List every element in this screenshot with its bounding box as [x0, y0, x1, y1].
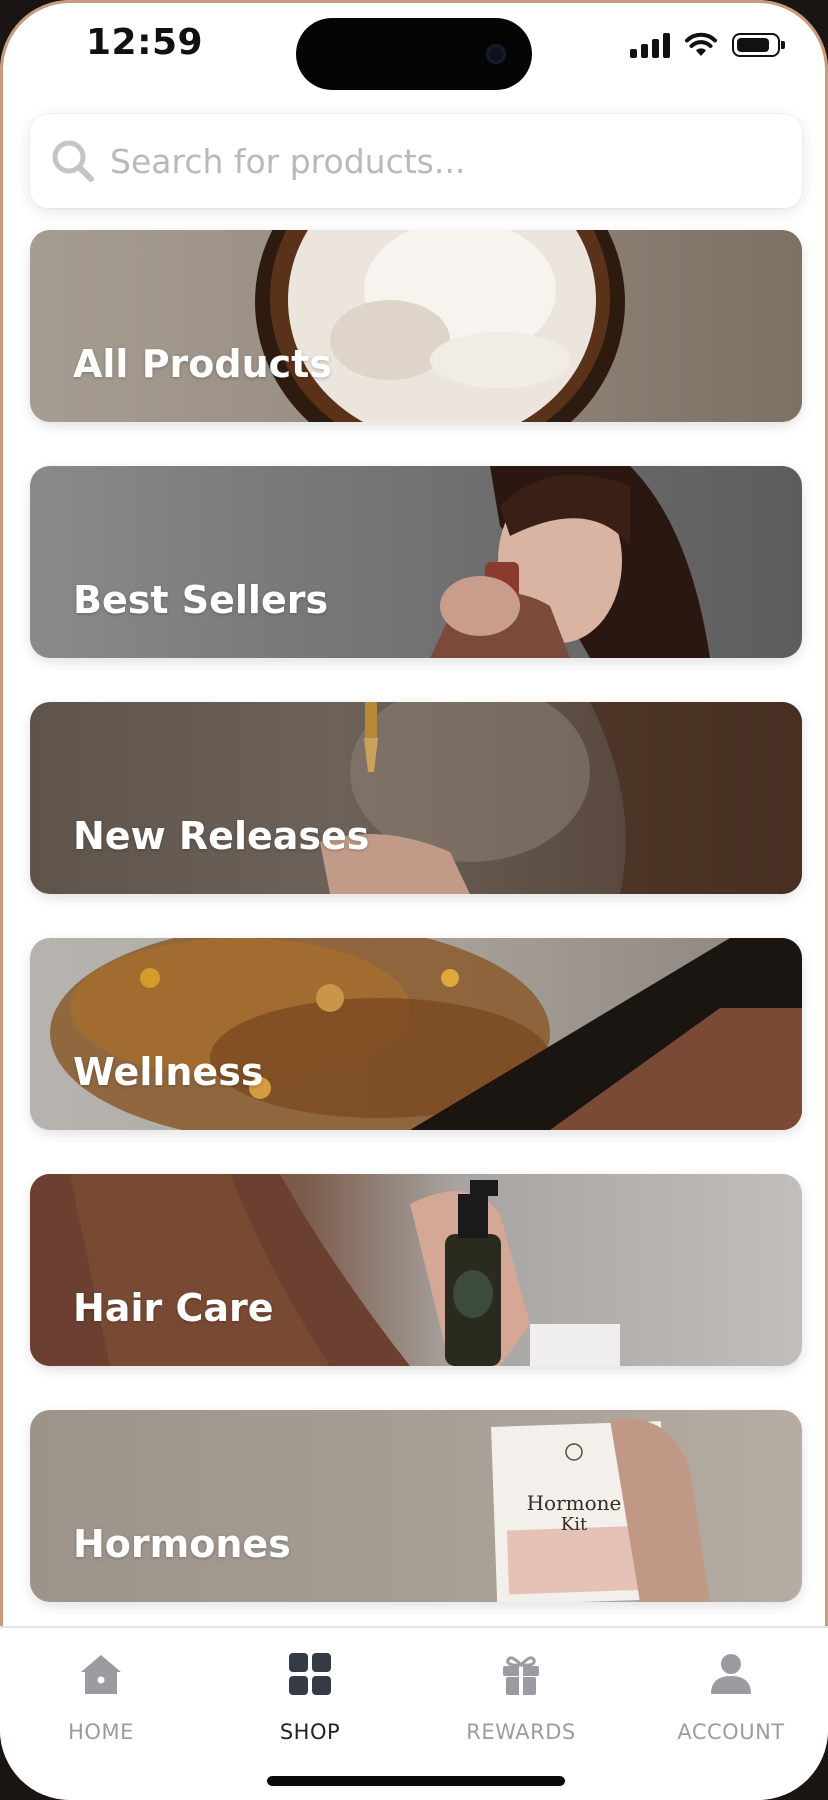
status-icons — [630, 28, 785, 62]
tab-shop[interactable]: SHOP — [220, 1642, 400, 1752]
wifi-icon — [685, 32, 717, 56]
category-card-best-sellers[interactable]: Best Sellers — [30, 466, 802, 658]
tab-home[interactable]: HOME — [11, 1642, 191, 1752]
category-card-wellness[interactable]: Wellness — [30, 938, 802, 1130]
phone-screen: 12:59 All Pr — [0, 0, 828, 1800]
tab-account[interactable]: ACCOUNT — [641, 1642, 821, 1752]
search-bar[interactable] — [30, 114, 802, 208]
loose-tea-image — [50, 938, 802, 1130]
search-icon — [52, 140, 94, 182]
category-label: Hair Care — [73, 1286, 274, 1330]
tab-label: REWARDS — [466, 1720, 576, 1744]
category-label: Wellness — [73, 1050, 264, 1094]
tab-label: ACCOUNT — [677, 1720, 785, 1744]
category-card-hormones[interactable]: Hormone Kit Hormones — [30, 1410, 802, 1602]
status-time: 12:59 — [86, 22, 204, 63]
category-label: All Products — [73, 342, 332, 386]
svg-text:Kit: Kit — [561, 1514, 588, 1535]
gift-icon — [503, 1656, 539, 1695]
category-label: New Releases — [73, 814, 370, 858]
svg-text:Hormone: Hormone — [527, 1491, 622, 1515]
woman-smelling-product-image — [430, 466, 710, 658]
cellular-signal-icon — [630, 32, 670, 58]
account-icon — [711, 1654, 751, 1694]
category-card-all-products[interactable]: All Products — [30, 230, 802, 422]
category-card-new-releases[interactable]: New Releases — [30, 702, 802, 894]
status-bar: 12:59 — [0, 0, 828, 100]
tab-rewards[interactable]: REWARDS — [431, 1642, 611, 1752]
bottom-tab-bar: HOME SHOP REWARDS ACCOUNT — [0, 1626, 828, 1800]
category-card-hair-care[interactable]: Hair Care — [30, 1174, 802, 1366]
home-indicator — [267, 1776, 565, 1786]
dynamic-island — [296, 18, 532, 90]
tab-label: HOME — [68, 1720, 134, 1744]
search-input[interactable] — [108, 140, 772, 182]
hormone-kit-image: Hormone Kit — [491, 1418, 710, 1602]
tab-label: SHOP — [279, 1720, 341, 1744]
home-icon — [81, 1655, 121, 1694]
cream-jar-image — [255, 230, 625, 422]
category-label: Best Sellers — [73, 578, 329, 622]
shop-grid-icon — [289, 1653, 331, 1695]
hair-spray-image — [30, 1174, 620, 1366]
battery-icon — [732, 33, 785, 57]
category-label: Hormones — [73, 1522, 291, 1566]
dropper-image — [320, 702, 802, 894]
